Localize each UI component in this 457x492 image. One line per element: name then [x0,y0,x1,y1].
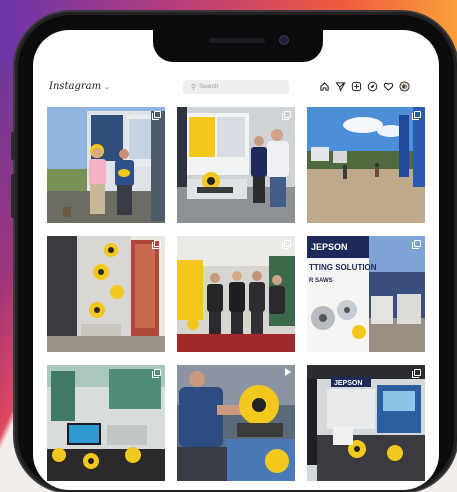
post-tile[interactable] [307,107,425,223]
logo-text: Instagram [49,81,102,92]
chevron-down-icon: ⌄ [104,83,111,91]
instagram-logo[interactable]: Instagram ⌄ [49,81,110,92]
notch [153,30,323,62]
banner-brand-text: JEPSON [311,242,348,252]
post-image [47,236,165,352]
multiple-photos-icon [282,240,291,249]
side-button [11,132,15,160]
new-post-icon[interactable] [351,81,362,92]
post-image: JEPSON TTING SOLUTION R SAWS [307,236,425,352]
volume-button [11,174,15,218]
multiple-photos-icon [412,369,421,378]
nav-icons [319,81,410,92]
post-tile[interactable]: JEPSON [307,365,425,481]
post-image [177,107,295,223]
phone-screen: Instagram ⌄ ⚲ Search JEPSON TTING SOLUTI… [33,30,439,490]
speaker [209,38,265,43]
multiple-photos-icon [152,240,161,249]
reel-icon [285,368,291,376]
post-tile[interactable] [177,236,295,352]
multiple-photos-icon [412,111,421,120]
post-image: JEPSON [307,365,425,481]
post-tile[interactable]: JEPSON TTING SOLUTION R SAWS [307,236,425,352]
banner-sub-text: R SAWS [309,278,333,284]
direct-icon[interactable] [335,81,346,92]
banner-line-text: TTING SOLUTION [309,263,377,272]
search-input[interactable]: ⚲ Search [183,80,289,94]
home-icon[interactable] [319,81,330,92]
search-placeholder: Search [199,84,219,90]
post-image [177,365,295,481]
post-grid: JEPSON TTING SOLUTION R SAWS JEPSON [47,107,425,490]
post-image [307,107,425,223]
heart-icon[interactable] [383,81,394,92]
explore-icon[interactable] [367,81,378,92]
multiple-photos-icon [152,369,161,378]
profile-icon[interactable] [399,81,410,92]
multiple-photos-icon [152,111,161,120]
booth-banner-text: JEPSON [334,380,362,387]
post-image [47,107,165,223]
post-tile[interactable] [177,107,295,223]
instagram-top-bar: Instagram ⌄ ⚲ Search [33,76,439,102]
multiple-photos-icon [282,111,291,120]
multiple-photos-icon [412,240,421,249]
search-icon: ⚲ [191,84,197,91]
post-image [47,365,165,481]
post-tile[interactable] [47,365,165,481]
post-image [177,236,295,352]
post-tile[interactable] [177,365,295,481]
post-tile[interactable] [47,236,165,352]
front-camera [279,35,289,45]
post-tile[interactable] [47,107,165,223]
